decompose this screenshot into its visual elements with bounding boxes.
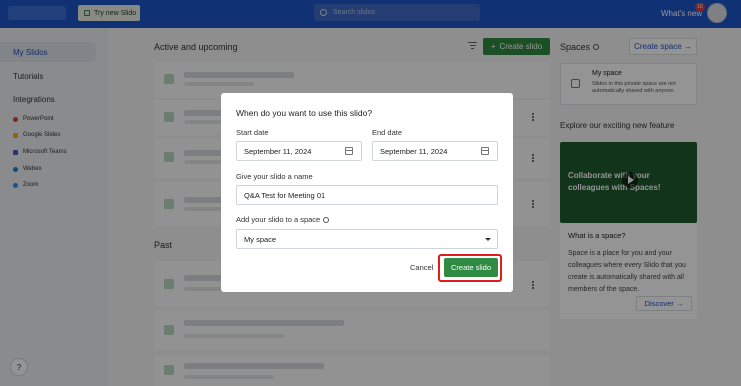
start-date-field[interactable]: September 11, 2024 <box>236 141 362 161</box>
chevron-down-icon <box>485 238 491 241</box>
calendar-icon[interactable] <box>345 147 353 155</box>
info-icon[interactable] <box>323 217 330 224</box>
space-select-value: My space <box>244 234 277 244</box>
slido-name-input[interactable]: Q&A Test for Meeting 01 <box>236 185 498 205</box>
dialog-title: When do you want to use this slido? <box>236 108 373 118</box>
space-select[interactable]: My space <box>236 229 498 249</box>
calendar-icon[interactable] <box>481 147 489 155</box>
end-date-field[interactable]: September 11, 2024 <box>372 141 498 161</box>
start-date-label: Start date <box>236 128 269 137</box>
space-label: Add your slido to a space <box>236 215 330 224</box>
name-label: Give your slido a name <box>236 172 313 181</box>
start-date-value: September 11, 2024 <box>244 146 312 156</box>
space-label-text: Add your slido to a space <box>236 215 321 224</box>
end-date-value: September 11, 2024 <box>380 146 448 156</box>
end-date-label: End date <box>372 128 403 137</box>
highlight-box <box>438 254 502 282</box>
slido-name-value: Q&A Test for Meeting 01 <box>244 190 326 200</box>
cancel-button[interactable]: Cancel <box>410 263 433 272</box>
